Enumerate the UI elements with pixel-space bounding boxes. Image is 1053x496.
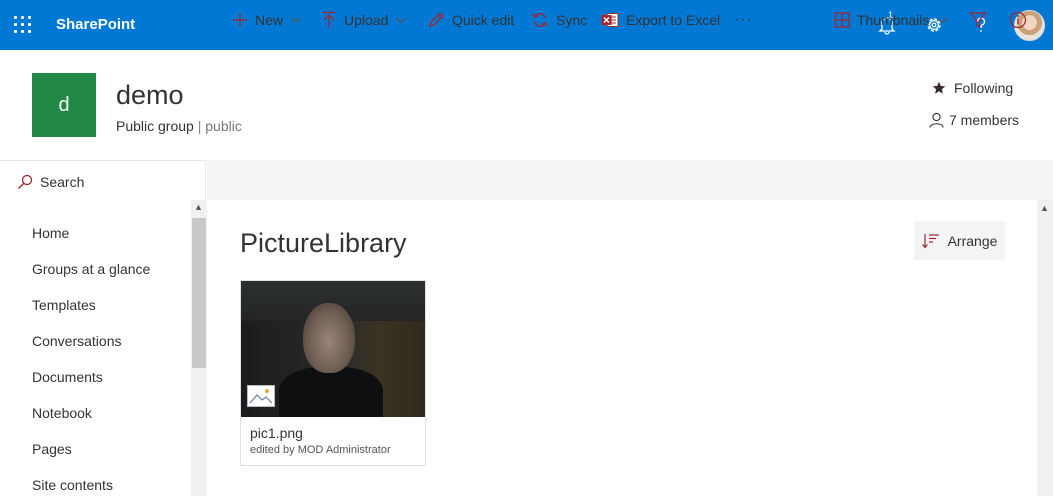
search-box[interactable]: Search: [0, 160, 206, 200]
members-button[interactable]: 7 members: [929, 112, 1019, 128]
filter-button[interactable]: [969, 0, 987, 40]
quick-edit-button[interactable]: Quick edit: [427, 0, 514, 40]
chevron-down-icon: [290, 17, 302, 24]
privacy-label: public: [205, 118, 242, 134]
group-type-label: Public group: [116, 118, 194, 134]
upload-label: Upload: [344, 12, 389, 28]
arrange-button[interactable]: Arrange: [914, 221, 1005, 260]
search-icon: [18, 174, 33, 189]
excel-icon: [601, 13, 619, 27]
nav-item-notebook[interactable]: Notebook: [32, 405, 92, 421]
main-scroll-up-arrow-icon[interactable]: ▲: [1040, 203, 1049, 213]
nav-item-conversations[interactable]: Conversations: [32, 333, 122, 349]
new-label: New: [255, 12, 284, 28]
site-title[interactable]: demo: [116, 80, 184, 111]
export-to-excel-label: Export to Excel: [626, 12, 721, 28]
members-label: 7 members: [949, 112, 1020, 128]
add-icon: [233, 13, 247, 27]
sort-icon: [921, 233, 939, 248]
export-to-excel-button[interactable]: Export to Excel: [601, 0, 720, 40]
nav-item-documents[interactable]: Documents: [32, 369, 103, 385]
person-icon: [929, 112, 944, 128]
image-file-icon: [247, 385, 275, 407]
upload-button[interactable]: Upload: [321, 0, 407, 40]
arrange-label: Arrange: [947, 232, 998, 249]
view-label: Thumbnails: [857, 12, 930, 28]
nav-item-home[interactable]: Home: [32, 225, 69, 241]
sync-button[interactable]: Sync: [531, 0, 587, 40]
main-scrollbar[interactable]: [1037, 200, 1053, 496]
nav-scrollbar-thumb[interactable]: [192, 218, 206, 368]
sync-label: Sync: [556, 12, 588, 28]
search-label: Search: [40, 174, 85, 190]
subtitle-separator: |: [197, 118, 202, 134]
left-navigation: Home Groups at a glance Templates Conver…: [0, 200, 207, 496]
view-switcher[interactable]: Thumbnails: [834, 0, 948, 40]
grid-view-icon: [834, 12, 850, 28]
star-icon: [932, 81, 946, 94]
file-edited-by: edited by MOD Administrator: [250, 444, 391, 456]
info-icon: [1009, 11, 1027, 29]
nav-item-templates[interactable]: Templates: [32, 297, 96, 313]
more-commands-button[interactable]: ···: [734, 0, 753, 40]
sync-icon: [532, 13, 548, 27]
command-bar: [207, 160, 1053, 200]
app-brand-link[interactable]: SharePoint: [56, 16, 135, 33]
waffle-icon[interactable]: [14, 16, 32, 34]
site-subtitle: Public group | public: [116, 118, 242, 134]
new-button[interactable]: New: [232, 0, 302, 40]
following-label: Following: [954, 80, 1014, 96]
info-button[interactable]: [1009, 0, 1027, 40]
site-header: d demo Public group | public Following 7…: [0, 50, 1053, 158]
library-title: PictureLibrary: [240, 228, 407, 258]
chevron-down-icon: [395, 17, 407, 24]
site-logo[interactable]: d: [32, 73, 96, 137]
file-name[interactable]: pic1.png: [250, 425, 303, 441]
following-button[interactable]: Following: [932, 80, 1013, 96]
nav-item-groups-at-a-glance[interactable]: Groups at a glance: [32, 261, 150, 277]
upload-icon: [323, 11, 335, 28]
file-thumbnail[interactable]: [241, 281, 425, 417]
filter-icon: [969, 12, 987, 29]
nav-item-pages[interactable]: Pages: [32, 441, 72, 457]
chevron-down-icon: [936, 17, 948, 24]
quick-edit-label: Quick edit: [452, 12, 515, 28]
pencil-icon: [429, 12, 444, 27]
nav-scroll-up-arrow-icon[interactable]: ▲: [194, 202, 203, 212]
file-tile[interactable]: pic1.png edited by MOD Administrator: [240, 280, 426, 466]
nav-item-site-contents[interactable]: Site contents: [32, 477, 113, 493]
